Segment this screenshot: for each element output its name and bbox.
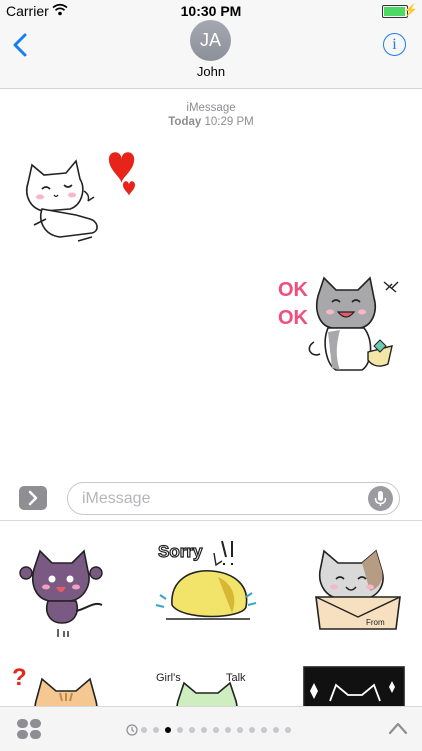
grey-cat-ok-sticker[interactable]: OK OK: [274, 268, 402, 380]
page-dot[interactable]: [237, 727, 243, 733]
time-label: 10:29 PM: [204, 116, 254, 128]
contact-name[interactable]: John: [0, 64, 422, 79]
clock: 10:30 PM: [180, 3, 242, 19]
thread-timestamp: iMessage Today 10:29 PM: [0, 101, 422, 129]
day-label: Today: [168, 116, 202, 128]
white-cat-hearts-sticker[interactable]: [20, 145, 140, 250]
from-text: From: [366, 618, 385, 627]
purple-cat-sticker[interactable]: [10, 539, 120, 639]
page-dot[interactable]: [141, 727, 147, 733]
page-dot[interactable]: [189, 727, 195, 733]
page-dot[interactable]: [177, 727, 183, 733]
message-placeholder: iMessage: [82, 490, 151, 507]
composer-bar: iMessage: [0, 470, 422, 521]
collapse-chevron-icon[interactable]: [388, 721, 408, 735]
message-input[interactable]: iMessage: [67, 482, 400, 515]
page-dot[interactable]: [285, 727, 291, 733]
question-cat-sticker[interactable]: ?: [10, 661, 120, 706]
charging-icon: ⚡: [403, 3, 418, 17]
page-dot[interactable]: [153, 727, 159, 733]
svg-text:OK: OK: [278, 279, 309, 301]
app-drawer-bar: [0, 706, 422, 751]
page-dot[interactable]: [273, 727, 279, 733]
girls-text: Girl's: [156, 672, 181, 684]
expand-apps-button[interactable]: [19, 486, 47, 510]
page-dot[interactable]: [225, 727, 231, 733]
svg-text:OK: OK: [278, 307, 309, 329]
girls-talk-cat-sticker[interactable]: Girl's Talk: [152, 661, 262, 706]
letter-cat-sticker[interactable]: From: [300, 537, 410, 637]
page-dot[interactable]: [213, 727, 219, 733]
app-grid-icon[interactable]: [16, 718, 42, 740]
chevron-right-icon: [28, 490, 38, 506]
sorry-text: Sorry: [158, 542, 203, 561]
page-dot[interactable]: [261, 727, 267, 733]
sticker-drawer: Sorry From ? Girl's Talk: [0, 521, 422, 706]
svg-text:?: ?: [12, 664, 27, 691]
page-dot[interactable]: [201, 727, 207, 733]
black-cat-sticker[interactable]: [300, 661, 410, 706]
recents-clock-icon[interactable]: [126, 724, 138, 736]
talk-text: Talk: [226, 672, 246, 684]
page-dot[interactable]: [249, 727, 255, 733]
microphone-button[interactable]: [368, 486, 393, 511]
page-dot[interactable]: [165, 727, 171, 733]
avatar[interactable]: JA: [190, 20, 231, 61]
info-icon[interactable]: i: [383, 33, 406, 56]
sorry-cat-sticker[interactable]: Sorry: [152, 535, 262, 635]
service-label: iMessage: [186, 102, 236, 114]
page-indicator[interactable]: [126, 723, 306, 737]
microphone-icon: [374, 491, 387, 506]
back-chevron-icon[interactable]: [10, 32, 32, 58]
status-bar: Carrier 10:30 PM ⚡: [0, 0, 422, 22]
